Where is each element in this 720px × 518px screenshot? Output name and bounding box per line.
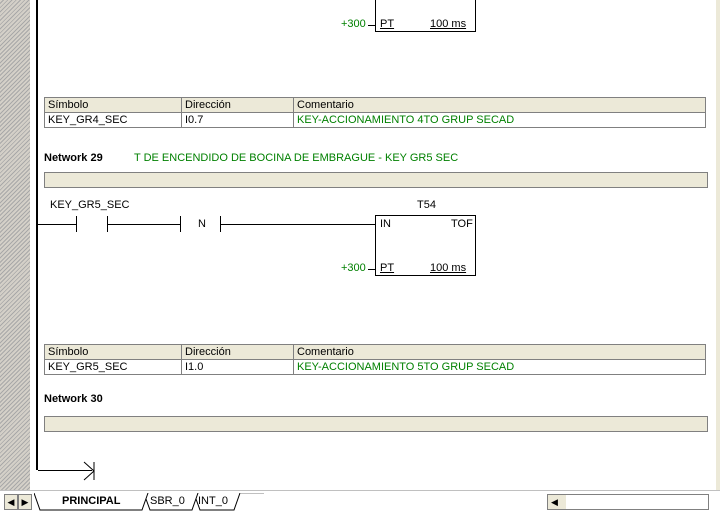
contact-symbol-label: KEY_GR5_SEC xyxy=(50,199,130,211)
column-header-symbol: Símbolo xyxy=(44,97,182,113)
rung-wire xyxy=(38,224,76,225)
rung-wire xyxy=(107,224,180,225)
edge-contact-label: N xyxy=(198,218,206,230)
vertical-edge xyxy=(716,0,720,490)
column-header-comment: Comentario xyxy=(293,97,706,113)
timer-box-left-edge xyxy=(375,0,376,32)
tab-scroll-right-button[interactable]: ▶ xyxy=(18,494,32,510)
tab-int-0[interactable]: INT_0 xyxy=(192,493,234,510)
horizontal-scrollbar[interactable]: ◀ xyxy=(547,494,709,510)
network-title[interactable]: T DE ENCENDIDO DE BOCINA DE EMBRAGUE - K… xyxy=(134,152,458,164)
column-header-address: Dirección xyxy=(181,97,294,113)
address-cell[interactable]: I0.7 xyxy=(181,112,294,128)
symbol-table: Símbolo Dirección Comentario KEY_GR5_SEC… xyxy=(44,344,706,375)
column-header-comment: Comentario xyxy=(293,344,706,360)
pt-value: +300 xyxy=(341,18,366,30)
contact-left-bar[interactable] xyxy=(76,216,77,232)
pt-wire xyxy=(368,269,375,270)
rung-wire xyxy=(220,224,376,225)
comment-cell[interactable]: KEY-ACCIONAMIENTO 5TO GRUP SECAD xyxy=(293,359,706,375)
address-cell[interactable]: I1.0 xyxy=(181,359,294,375)
rung-end-arrow-icon xyxy=(83,461,95,481)
timer-name: T54 xyxy=(417,199,436,211)
comment-cell[interactable]: KEY-ACCIONAMIENTO 4TO GRUP SECAD xyxy=(293,112,706,128)
pt-wire xyxy=(368,25,375,26)
tab-principal[interactable]: PRINCIPAL xyxy=(56,493,126,510)
network-label[interactable]: Network 29 xyxy=(44,152,103,164)
scrollbar-thumb[interactable] xyxy=(566,495,708,509)
edge-contact-left-bar[interactable] xyxy=(180,216,181,232)
column-header-symbol: Símbolo xyxy=(44,344,182,360)
symbol-cell[interactable]: KEY_GR4_SEC xyxy=(44,112,182,128)
timer-type-label: TOF xyxy=(451,218,473,230)
symbol-table: Símbolo Dirección Comentario KEY_GR4_SEC… xyxy=(44,97,706,128)
timer-in-label: IN xyxy=(380,218,391,230)
network-comment-field[interactable] xyxy=(44,416,708,432)
time-base-label: 100 ms xyxy=(430,262,467,274)
symbol-cell[interactable]: KEY_GR5_SEC xyxy=(44,359,182,375)
pt-label: PT xyxy=(380,262,395,274)
scroll-left-arrow-icon[interactable]: ◀ xyxy=(551,495,558,509)
network-comment-field[interactable] xyxy=(44,172,708,188)
tab-scroll-left-button[interactable]: ◀ xyxy=(4,494,18,510)
power-rail xyxy=(36,0,38,470)
column-header-address: Dirección xyxy=(181,344,294,360)
time-base-label: 100 ms xyxy=(430,18,467,30)
pt-value[interactable]: +300 xyxy=(341,262,366,274)
timer-box-bottom-edge xyxy=(375,31,476,32)
tab-sbr-0[interactable]: SBR_0 xyxy=(144,493,191,510)
left-margin-hatch xyxy=(0,0,30,490)
pt-label: PT xyxy=(380,18,395,30)
timer-box-right-edge xyxy=(475,0,476,32)
network-label[interactable]: Network 30 xyxy=(44,393,103,405)
